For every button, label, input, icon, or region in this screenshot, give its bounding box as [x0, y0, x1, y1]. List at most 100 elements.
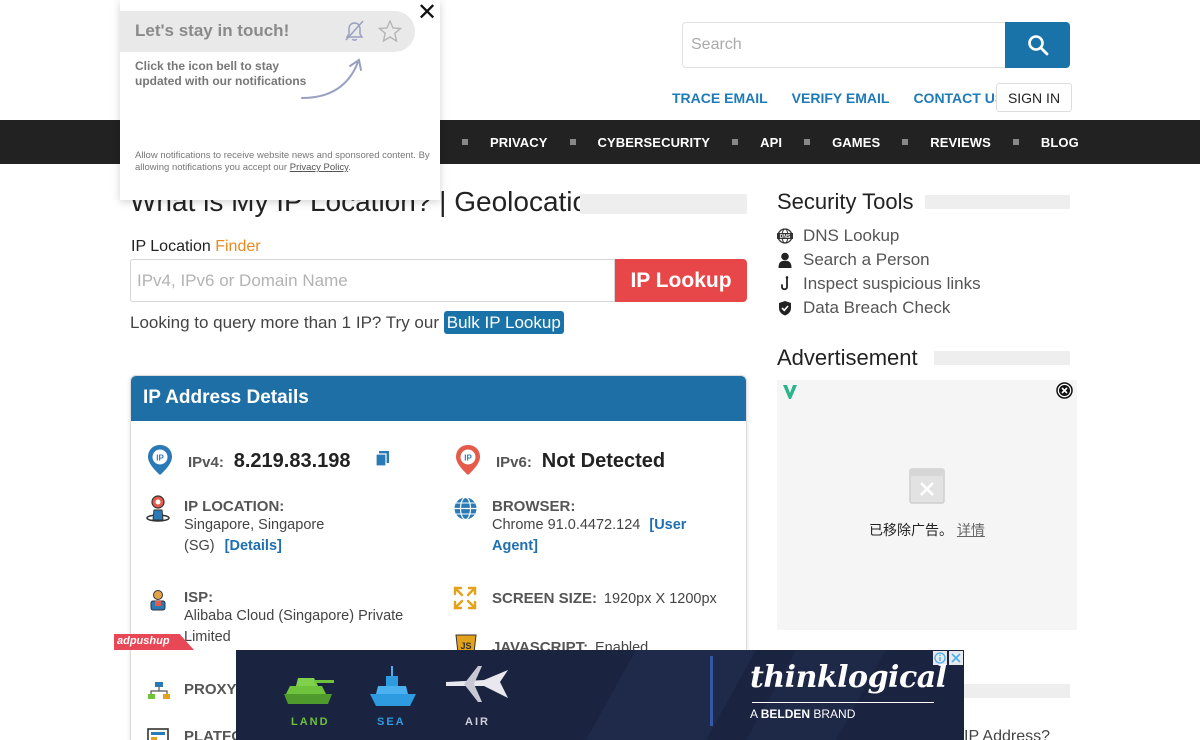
screen-size-value: 1920px X 1200px [603, 591, 717, 607]
card-heading: IP Address Details [131, 376, 746, 421]
details-link[interactable]: [Details] [225, 538, 282, 554]
nav-item-games[interactable]: GAMES [832, 135, 880, 150]
nav-separator [902, 139, 909, 145]
search-icon [1027, 35, 1048, 56]
ip-lookup-input[interactable] [130, 259, 615, 302]
expand-arrows-icon [453, 586, 477, 610]
nav-item-reviews[interactable]: REVIEWS [930, 135, 991, 150]
sidebar-partial-text: IP Address? [964, 728, 1050, 740]
isp-person-icon [150, 590, 166, 611]
air-label: AIR [465, 716, 490, 728]
nav-item-privacy[interactable]: PRIVACY [490, 135, 548, 150]
ipv4-pin-icon: IP [148, 445, 172, 475]
sign-in-button[interactable]: SIGN IN [996, 83, 1072, 112]
ad-close-x-icon[interactable] [949, 651, 963, 665]
belden-bold: BELDEN [760, 707, 811, 721]
ad-close-icon[interactable] [1056, 382, 1073, 399]
trace-email-link[interactable]: TRACE EMAIL [672, 90, 768, 106]
privacy-policy-link[interactable]: Privacy Policy [290, 162, 348, 173]
svg-text:DNS: DNS [780, 234, 791, 240]
platform-label: PLATFO [184, 728, 243, 740]
isp-block: ISP: Alibaba Cloud (Singapore) Private L… [184, 589, 444, 648]
ipv4-row: IPv4: 8.219.83.198 [188, 450, 351, 473]
svg-text:IP: IP [464, 454, 472, 463]
jet-icon [446, 666, 508, 702]
ad-divider [710, 656, 713, 726]
notification-disclaimer-text: Allow notifications to receive website n… [135, 150, 430, 173]
svg-text:IP: IP [156, 454, 164, 463]
ipv6-label: IPv6: [496, 454, 532, 471]
nav-separator [1012, 139, 1019, 145]
bulk-lookup-line: Looking to query more than 1 IP? Try our… [130, 311, 564, 334]
tool-data-breach[interactable]: Data Breach Check [777, 298, 950, 318]
nav-item-api[interactable]: API [760, 135, 782, 150]
ip-location-value: Singapore, Singapore [184, 517, 325, 533]
ad-logo-icon [783, 385, 797, 399]
ip-location-label: IP LOCATION: [184, 498, 285, 515]
platform-icon [147, 728, 169, 740]
ad-removed-notice: 已移除广告。 详情 [869, 520, 985, 540]
notification-popup: Let's stay in touch! Click the icon bell… [120, 0, 440, 200]
adchoices-info-icon[interactable] [933, 651, 947, 665]
bulk-ip-lookup-link[interactable]: Bulk IP Lookup [443, 311, 564, 334]
screen-size-row: SCREEN SIZE: 1920px X 1200px [492, 589, 717, 610]
security-tools-title: Security Tools [777, 189, 914, 214]
nav-item-cybersecurity[interactable]: CYBERSECURITY [598, 135, 711, 150]
shield-check-icon [779, 301, 791, 316]
country-code: (SG) [184, 538, 215, 554]
bottom-banner-ad[interactable]: LAND SEA AIR thinklogical A BELDEN BRAND [236, 650, 964, 740]
ip-location-block: IP LOCATION: Singapore, Singapore (SG) [… [184, 498, 444, 557]
bulk-lookup-text: Looking to query more than 1 IP? Try our [130, 313, 444, 332]
ipv4-value: 8.219.83.198 [233, 450, 351, 472]
tool-search-person[interactable]: Search a Person [777, 250, 930, 270]
sea-label: SEA [377, 716, 406, 728]
bell-off-icon[interactable] [342, 18, 367, 43]
proxy-row: PROXY: [184, 681, 240, 698]
location-person-icon [146, 495, 170, 522]
search-button[interactable] [1005, 22, 1070, 68]
removed-ad-box: 已移除广告。 详情 [777, 380, 1077, 630]
ipv6-row: IPv6: Not Detected [496, 450, 665, 473]
screen-size-label: SCREEN SIZE: [492, 590, 598, 607]
user-agent-link[interactable]: [User [649, 517, 686, 533]
ip-location-label-text: IP Location [131, 238, 216, 255]
browser-value: Chrome 91.0.4472.124 [492, 517, 641, 533]
nav-separator [462, 139, 468, 145]
isp-label: ISP: [184, 589, 214, 606]
ipv6-value: Not Detected [541, 450, 666, 472]
ad-details-link[interactable]: 详情 [957, 522, 985, 538]
tool-data-breach-label: Data Breach Check [803, 298, 951, 317]
belden-prefix: A [750, 707, 761, 721]
ip-location-value-line2: (SG) [Details] [184, 536, 444, 557]
browser-block: BROWSER: Chrome 91.0.4472.124 [User Agen… [492, 498, 732, 557]
advertisement-divider [934, 351, 1070, 365]
verify-email-link[interactable]: VERIFY EMAIL [792, 90, 890, 106]
search-input[interactable] [682, 22, 1005, 68]
nav-item-blog[interactable]: BLOG [1041, 135, 1079, 150]
tool-dns-lookup[interactable]: DNS DNS Lookup [777, 226, 899, 246]
nav-separator [569, 139, 576, 145]
proxy-label: PROXY: [184, 681, 241, 698]
browser-value-line: Chrome 91.0.4472.124 [User [492, 515, 732, 536]
notification-close-button[interactable]: ✕ [416, 1, 438, 26]
tool-inspect-links[interactable]: Inspect suspicious links [777, 274, 981, 294]
ip-location-label: IP Location Finder [131, 238, 261, 256]
curved-arrow-icon [301, 58, 362, 99]
ip-location-label-accent: Finder [215, 238, 261, 255]
user-agent-link-line2[interactable]: Agent] [492, 538, 538, 554]
tool-dns-lookup-label: DNS Lookup [803, 226, 900, 245]
contact-us-link[interactable]: CONTACT US [913, 90, 1004, 106]
browser-label: BROWSER: [492, 498, 576, 515]
hook-icon [781, 276, 789, 291]
isp-value: Alibaba Cloud (Singapore) Private [184, 608, 404, 624]
ipv4-label: IPv4: [188, 454, 224, 471]
ship-icon [370, 666, 416, 706]
belden-brand-line: A BELDEN BRAND [750, 707, 855, 721]
ip-lookup-button[interactable]: IP Lookup [615, 259, 747, 302]
nav-separator [804, 139, 811, 145]
search-bar [682, 22, 1070, 68]
notification-title: Let's stay in touch! [135, 21, 290, 40]
copy-icon[interactable] [375, 450, 391, 467]
tool-search-person-label: Search a Person [803, 250, 930, 269]
star-icon[interactable] [378, 20, 402, 42]
